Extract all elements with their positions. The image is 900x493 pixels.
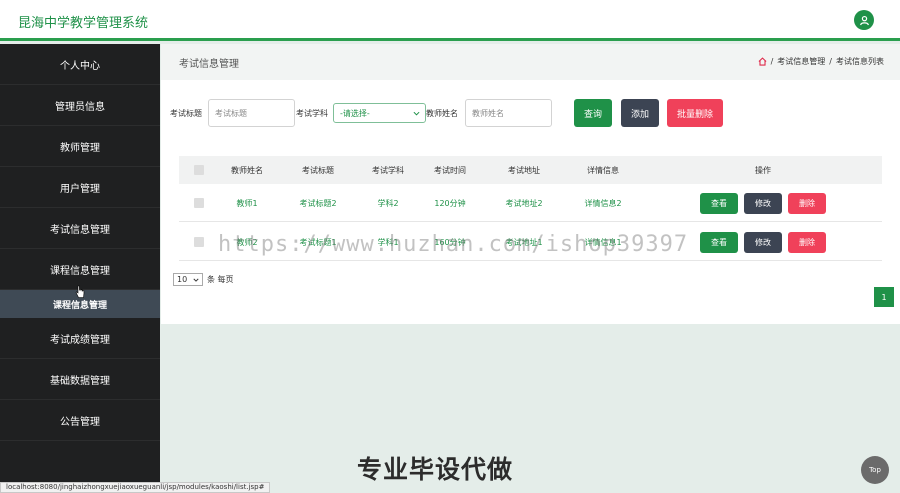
batch-delete-button[interactable]: 批量删除 — [667, 99, 723, 127]
column-header-title: 考试标题 — [302, 166, 334, 175]
teacher-name-label: 教师姓名 — [426, 109, 458, 118]
main-content: 考试信息管理 / 考试信息管理 / 考试信息列表 考试标题 考试标题 考试学科 … — [161, 44, 900, 324]
column-header-detail: 详情信息 — [587, 166, 619, 175]
page-title: 考试信息管理 — [179, 59, 239, 70]
sidebar-item-basic-data-management[interactable]: 基础数据管理 — [0, 359, 160, 400]
sidebar: 个人中心 管理员信息 教师管理 用户管理 考试信息管理 课程信息管理 课程信息管… — [0, 44, 160, 485]
exam-subject-label: 考试学科 — [296, 109, 328, 118]
breadcrumb-separator: / — [829, 57, 832, 66]
page-header: 考试信息管理 / 考试信息管理 / 考试信息列表 — [161, 44, 900, 80]
exam-subject-selected-value: -请选择- — [340, 108, 370, 118]
watermark-text: https://www.huzhan.com/ishop39397 — [218, 232, 689, 257]
table-row: 教师1 考试标题2 学科2 120分钟 考试地址2 详情信息2 查看 修改 删除 — [179, 184, 882, 222]
page-button-current[interactable]: 1 — [874, 287, 894, 307]
sidebar-item-notice-management[interactable]: 公告管理 — [0, 400, 160, 441]
column-header-teacher: 教师姓名 — [231, 166, 263, 175]
cell-time: 120分钟 — [434, 199, 466, 208]
hand-cursor-icon — [75, 285, 85, 298]
edit-button[interactable]: 修改 — [744, 193, 782, 214]
breadcrumb-separator: / — [770, 57, 774, 66]
breadcrumb: / 考试信息管理 / 考试信息列表 — [758, 56, 884, 67]
sidebar-item-user-management[interactable]: 用户管理 — [0, 167, 160, 208]
edit-button[interactable]: 修改 — [744, 232, 782, 253]
column-header-subject: 考试学科 — [372, 166, 404, 175]
exam-subject-select[interactable]: -请选择- — [333, 103, 426, 123]
column-header-address: 考试地址 — [508, 166, 540, 175]
page-size-control: 10 条 每页 — [173, 273, 234, 286]
cell-address: 考试地址2 — [505, 199, 543, 208]
back-to-top-button[interactable]: Top — [861, 456, 889, 484]
table-header: 教师姓名 考试标题 考试学科 考试时间 考试地址 详情信息 操作 — [179, 156, 882, 184]
view-button[interactable]: 查看 — [700, 193, 738, 214]
row-checkbox[interactable] — [194, 198, 204, 208]
page-size-suffix: 条 每页 — [207, 275, 234, 284]
row-checkbox[interactable] — [194, 237, 204, 247]
search-button[interactable]: 查询 — [574, 99, 612, 127]
user-avatar-button[interactable] — [854, 10, 874, 30]
sidebar-item-teacher-management[interactable]: 教师管理 — [0, 126, 160, 167]
breadcrumb-item-exam-management[interactable]: 考试信息管理 — [777, 56, 825, 67]
chevron-down-icon — [193, 278, 199, 282]
sidebar-item-exam-score-management[interactable]: 考试成绩管理 — [0, 318, 160, 359]
cell-subject: 学科2 — [377, 199, 399, 208]
column-header-actions: 操作 — [755, 166, 771, 175]
page-size-value: 10 — [177, 275, 188, 284]
column-header-time: 考试时间 — [434, 166, 466, 175]
page-size-select[interactable]: 10 — [173, 273, 203, 286]
delete-button[interactable]: 删除 — [788, 232, 826, 253]
breadcrumb-item-exam-list: 考试信息列表 — [836, 57, 884, 66]
top-bar: 昆海中学教学管理系统 — [0, 0, 900, 41]
app-title: 昆海中学教学管理系统 — [18, 16, 149, 31]
cell-detail: 详情信息2 — [584, 199, 622, 208]
user-icon — [859, 15, 869, 25]
cell-title: 考试标题2 — [299, 199, 337, 208]
exam-title-input[interactable]: 考试标题 — [208, 99, 295, 127]
promo-caption: 专业毕设代做 — [357, 455, 514, 484]
status-bar-url: localhost:8080/jinghaizhongxuejiaoxuegua… — [0, 482, 271, 493]
sidebar-item-course-info-management[interactable]: 课程信息管理 — [0, 249, 160, 290]
sidebar-item-personal-center[interactable]: 个人中心 — [0, 44, 160, 85]
delete-button[interactable]: 删除 — [788, 193, 826, 214]
cell-teacher: 教师1 — [236, 199, 258, 208]
sidebar-item-admin-info[interactable]: 管理员信息 — [0, 85, 160, 126]
add-button[interactable]: 添加 — [621, 99, 659, 127]
teacher-name-input[interactable]: 教师姓名 — [465, 99, 552, 127]
home-icon[interactable] — [758, 57, 767, 66]
exam-title-label: 考试标题 — [170, 109, 202, 118]
view-button[interactable]: 查看 — [700, 232, 738, 253]
select-all-checkbox[interactable] — [194, 165, 204, 175]
sidebar-item-exam-info-management[interactable]: 考试信息管理 — [0, 208, 160, 249]
chevron-down-icon — [413, 111, 420, 116]
